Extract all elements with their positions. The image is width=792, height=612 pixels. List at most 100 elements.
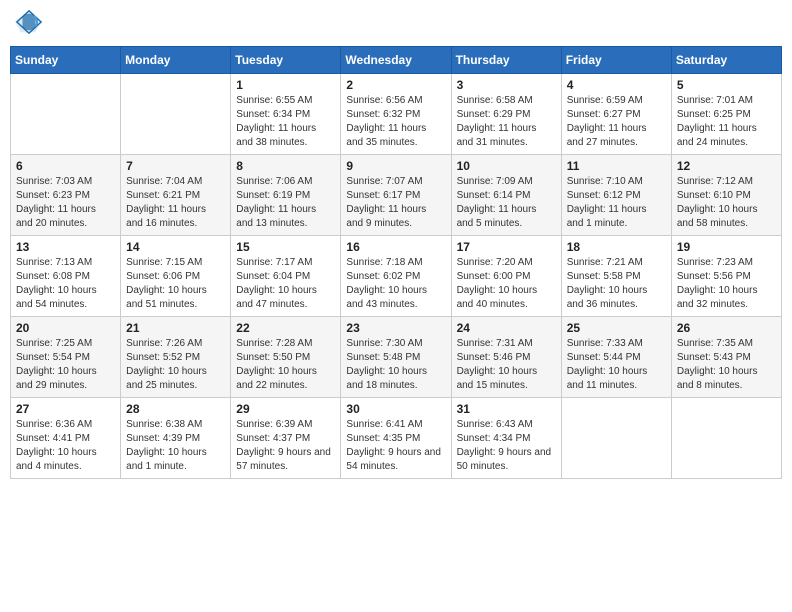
day-info: Sunrise: 6:36 AMSunset: 4:41 PMDaylight:… (16, 418, 115, 474)
weekday-header-tuesday: Tuesday (231, 47, 341, 74)
calendar-table: SundayMondayTuesdayWednesdayThursdayFrid… (10, 46, 782, 479)
day-cell: 9 Sunrise: 7:07 AMSunset: 6:17 PMDaylight… (341, 155, 451, 236)
week-row-1: 1 Sunrise: 6:55 AMSunset: 6:34 PMDaylight… (11, 74, 782, 155)
week-row-3: 13 Sunrise: 7:13 AMSunset: 6:08 PMDayligh… (11, 236, 782, 317)
day-number: 13 (16, 240, 115, 254)
day-number: 3 (457, 78, 556, 92)
day-number: 26 (677, 321, 776, 335)
day-info: Sunrise: 7:10 AMSunset: 6:12 PMDaylight:… (567, 175, 666, 231)
day-info: Sunrise: 7:17 AMSunset: 6:04 PMDaylight:… (236, 256, 335, 312)
day-cell: 23 Sunrise: 7:30 AMSunset: 5:48 PMDayligh… (341, 317, 451, 398)
day-cell: 30 Sunrise: 6:41 AMSunset: 4:35 PMDayligh… (341, 398, 451, 479)
day-cell: 21 Sunrise: 7:26 AMSunset: 5:52 PMDayligh… (121, 317, 231, 398)
day-cell: 22Sunrise: 7:28 AMSunset: 5:50 PMDayligh… (231, 317, 341, 398)
day-info: Sunrise: 7:18 AMSunset: 6:02 PMDaylight:… (346, 256, 445, 312)
day-info: Sunrise: 6:39 AMSunset: 4:37 PMDaylight:… (236, 418, 335, 474)
day-cell: 16Sunrise: 7:18 AMSunset: 6:02 PMDayligh… (341, 236, 451, 317)
day-cell: 26 Sunrise: 7:35 AMSunset: 5:43 PMDayligh… (671, 317, 781, 398)
day-cell: 7 Sunrise: 7:04 AMSunset: 6:21 PMDaylight… (121, 155, 231, 236)
day-cell: 28 Sunrise: 6:38 AMSunset: 4:39 PMDayligh… (121, 398, 231, 479)
weekday-header-friday: Friday (561, 47, 671, 74)
logo (15, 10, 47, 38)
day-number: 11 (567, 159, 666, 173)
day-info: Sunrise: 7:15 AMSunset: 6:06 PMDaylight:… (126, 256, 225, 312)
day-number: 21 (126, 321, 225, 335)
day-number: 2 (346, 78, 445, 92)
day-number: 15 (236, 240, 335, 254)
day-number: 31 (457, 402, 556, 416)
day-number: 10 (457, 159, 556, 173)
day-cell: 13 Sunrise: 7:13 AMSunset: 6:08 PMDayligh… (11, 236, 121, 317)
day-cell: 10 Sunrise: 7:09 AMSunset: 6:14 PMDayligh… (451, 155, 561, 236)
day-info: Sunrise: 7:04 AMSunset: 6:21 PMDaylight:… (126, 175, 225, 231)
day-cell: 11 Sunrise: 7:10 AMSunset: 6:12 PMDayligh… (561, 155, 671, 236)
day-cell: 19 Sunrise: 7:23 AMSunset: 5:56 PMDayligh… (671, 236, 781, 317)
day-info: Sunrise: 6:41 AMSunset: 4:35 PMDaylight:… (346, 418, 445, 474)
day-info: Sunrise: 6:38 AMSunset: 4:39 PMDaylight:… (126, 418, 225, 474)
day-number: 18 (567, 240, 666, 254)
day-number: 28 (126, 402, 225, 416)
day-info: Sunrise: 7:06 AMSunset: 6:19 PMDaylight:… (236, 175, 335, 231)
day-cell: 5 Sunrise: 7:01 AMSunset: 6:25 PMDaylight… (671, 74, 781, 155)
day-number: 12 (677, 159, 776, 173)
weekday-header-sunday: Sunday (11, 47, 121, 74)
day-cell: 20 Sunrise: 7:25 AMSunset: 5:54 PMDayligh… (11, 317, 121, 398)
day-info: Sunrise: 7:12 AMSunset: 6:10 PMDaylight:… (677, 175, 776, 231)
day-cell (11, 74, 121, 155)
day-number: 19 (677, 240, 776, 254)
day-cell: 3 Sunrise: 6:58 AMSunset: 6:29 PMDaylight… (451, 74, 561, 155)
day-cell: 24 Sunrise: 7:31 AMSunset: 5:46 PMDayligh… (451, 317, 561, 398)
day-number: 8 (236, 159, 335, 173)
day-info: Sunrise: 7:23 AMSunset: 5:56 PMDaylight:… (677, 256, 776, 312)
day-cell: 12 Sunrise: 7:12 AMSunset: 6:10 PMDayligh… (671, 155, 781, 236)
weekday-header-monday: Monday (121, 47, 231, 74)
day-info: Sunrise: 7:21 AMSunset: 5:58 PMDaylight:… (567, 256, 666, 312)
day-info: Sunrise: 7:03 AMSunset: 6:23 PMDaylight:… (16, 175, 115, 231)
day-cell: 4Sunrise: 6:59 AMSunset: 6:27 PMDaylight… (561, 74, 671, 155)
page-header (10, 10, 782, 38)
day-info: Sunrise: 6:55 AMSunset: 6:34 PMDaylight:… (236, 94, 335, 150)
day-number: 17 (457, 240, 556, 254)
day-number: 25 (567, 321, 666, 335)
day-info: Sunrise: 7:20 AMSunset: 6:00 PMDaylight:… (457, 256, 556, 312)
day-info: Sunrise: 6:59 AMSunset: 6:27 PMDaylight:… (567, 94, 666, 150)
day-number: 23 (346, 321, 445, 335)
day-info: Sunrise: 7:13 AMSunset: 6:08 PMDaylight:… (16, 256, 115, 312)
day-cell: 15 Sunrise: 7:17 AMSunset: 6:04 PMDayligh… (231, 236, 341, 317)
day-number: 5 (677, 78, 776, 92)
day-info: Sunrise: 7:30 AMSunset: 5:48 PMDaylight:… (346, 337, 445, 393)
day-number: 30 (346, 402, 445, 416)
day-info: Sunrise: 7:31 AMSunset: 5:46 PMDaylight:… (457, 337, 556, 393)
day-info: Sunrise: 7:25 AMSunset: 5:54 PMDaylight:… (16, 337, 115, 393)
day-info: Sunrise: 7:26 AMSunset: 5:52 PMDaylight:… (126, 337, 225, 393)
day-info: Sunrise: 7:01 AMSunset: 6:25 PMDaylight:… (677, 94, 776, 150)
day-number: 27 (16, 402, 115, 416)
day-info: Sunrise: 6:58 AMSunset: 6:29 PMDaylight:… (457, 94, 556, 150)
day-number: 29 (236, 402, 335, 416)
week-row-2: 6 Sunrise: 7:03 AMSunset: 6:23 PMDaylight… (11, 155, 782, 236)
day-info: Sunrise: 7:33 AMSunset: 5:44 PMDaylight:… (567, 337, 666, 393)
weekday-header-saturday: Saturday (671, 47, 781, 74)
day-cell: 14 Sunrise: 7:15 AMSunset: 6:06 PMDayligh… (121, 236, 231, 317)
day-info: Sunrise: 7:35 AMSunset: 5:43 PMDaylight:… (677, 337, 776, 393)
day-info: Sunrise: 7:28 AMSunset: 5:50 PMDaylight:… (236, 337, 335, 393)
day-number: 6 (16, 159, 115, 173)
day-number: 7 (126, 159, 225, 173)
day-number: 20 (16, 321, 115, 335)
day-cell: 25 Sunrise: 7:33 AMSunset: 5:44 PMDayligh… (561, 317, 671, 398)
day-number: 9 (346, 159, 445, 173)
week-row-4: 20 Sunrise: 7:25 AMSunset: 5:54 PMDayligh… (11, 317, 782, 398)
weekday-header-thursday: Thursday (451, 47, 561, 74)
day-number: 24 (457, 321, 556, 335)
day-cell: 29 Sunrise: 6:39 AMSunset: 4:37 PMDayligh… (231, 398, 341, 479)
day-number: 1 (236, 78, 335, 92)
day-cell (561, 398, 671, 479)
day-cell: 17 Sunrise: 7:20 AMSunset: 6:00 PMDayligh… (451, 236, 561, 317)
day-info: Sunrise: 7:09 AMSunset: 6:14 PMDaylight:… (457, 175, 556, 231)
day-cell: 18 Sunrise: 7:21 AMSunset: 5:58 PMDayligh… (561, 236, 671, 317)
day-cell: 1 Sunrise: 6:55 AMSunset: 6:34 PMDaylight… (231, 74, 341, 155)
week-row-5: 27 Sunrise: 6:36 AMSunset: 4:41 PMDayligh… (11, 398, 782, 479)
day-cell: 2Sunrise: 6:56 AMSunset: 6:32 PMDaylight… (341, 74, 451, 155)
day-number: 14 (126, 240, 225, 254)
day-info: Sunrise: 7:07 AMSunset: 6:17 PMDaylight:… (346, 175, 445, 231)
